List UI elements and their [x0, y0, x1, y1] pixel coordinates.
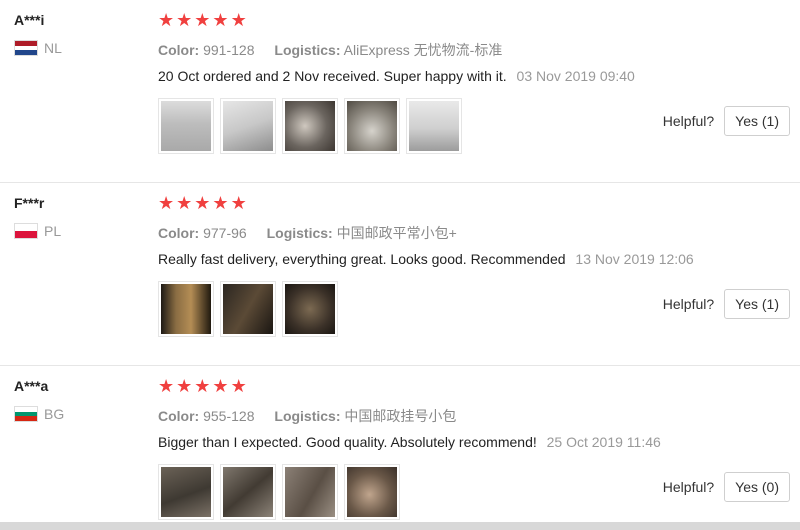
logistics-label: Logistics:: [266, 225, 333, 241]
color-label: Color:: [158, 408, 200, 424]
logistics-label: Logistics:: [274, 408, 341, 424]
logistics-label: Logistics:: [274, 42, 341, 58]
color-label: Color:: [158, 42, 200, 58]
color-value: 955-128: [203, 408, 255, 424]
country-code: PL: [44, 223, 62, 239]
review-item: F***r PL ★ ★ ★ ★ ★ Color: 977-96 Logisti…: [0, 182, 800, 366]
star-rating: ★ ★ ★ ★ ★: [158, 193, 247, 213]
country-code: BG: [44, 406, 65, 422]
star-icon: ★: [194, 10, 211, 30]
review-photo[interactable]: [220, 281, 276, 337]
star-icon: ★: [212, 193, 229, 213]
review-text: Bigger than I expected. Good quality. Ab…: [158, 434, 537, 450]
review-photo[interactable]: [220, 464, 276, 520]
review-text: 20 Oct ordered and 2 Nov received. Super…: [158, 68, 507, 84]
color-label: Color:: [158, 225, 200, 241]
helpful-label: Helpful?: [662, 113, 715, 129]
reviewer-name: A***i: [14, 12, 45, 28]
reviewer-name: F***r: [14, 195, 45, 211]
star-rating: ★ ★ ★ ★ ★: [158, 376, 247, 396]
star-icon: ★: [176, 10, 193, 30]
reviewer-country: PL: [14, 223, 61, 239]
review-date: 13 Nov 2019 12:06: [575, 251, 694, 267]
review-photo[interactable]: [344, 464, 400, 520]
star-icon: ★: [158, 193, 175, 213]
helpful-yes-button[interactable]: Yes (1): [724, 106, 790, 136]
order-info: Color: 991-128 Logistics: AliExpress 无忧物…: [158, 40, 518, 60]
bottom-scroll-edge: [0, 522, 800, 530]
star-icon: ★: [176, 376, 193, 396]
netherlands-flag-icon: [14, 40, 38, 56]
review-text-line: Bigger than I expected. Good quality. Ab…: [158, 434, 661, 450]
review-photo[interactable]: [158, 464, 214, 520]
review-photos: [158, 98, 462, 154]
review-photo[interactable]: [344, 98, 400, 154]
helpful-section: Helpful? Yes (0): [663, 472, 790, 502]
review-photos: [158, 464, 400, 520]
logistics-value: 中国邮政挂号小包: [344, 408, 457, 424]
review-photo[interactable]: [220, 98, 276, 154]
helpful-label: Helpful?: [662, 296, 715, 312]
review-photo[interactable]: [282, 464, 338, 520]
review-item: A***a BG ★ ★ ★ ★ ★ Color: 955-128 Logist…: [0, 365, 800, 526]
color-value: 991-128: [203, 42, 255, 58]
helpful-yes-button[interactable]: Yes (1): [724, 289, 790, 319]
review-date: 25 Oct 2019 11:46: [546, 434, 661, 450]
review-date: 03 Nov 2019 09:40: [516, 68, 635, 84]
color-value: 977-96: [203, 225, 247, 241]
review-photo[interactable]: [158, 98, 214, 154]
logistics-value: AliExpress 无忧物流-标准: [343, 42, 503, 58]
star-icon: ★: [230, 376, 247, 396]
star-icon: ★: [158, 376, 175, 396]
review-photo[interactable]: [406, 98, 462, 154]
star-icon: ★: [194, 376, 211, 396]
review-item: A***i NL ★ ★ ★ ★ ★ Color: 991-128 Logist…: [0, 0, 800, 183]
order-info: Color: 977-96 Logistics: 中国邮政平常小包+: [158, 223, 473, 243]
helpful-yes-button[interactable]: Yes (0): [724, 472, 790, 502]
order-info: Color: 955-128 Logistics: 中国邮政挂号小包: [158, 406, 472, 426]
helpful-section: Helpful? Yes (1): [663, 106, 790, 136]
helpful-section: Helpful? Yes (1): [663, 289, 790, 319]
reviewer-country: NL: [14, 40, 62, 56]
star-rating: ★ ★ ★ ★ ★: [158, 10, 247, 30]
bulgaria-flag-icon: [14, 406, 38, 422]
reviewer-name: A***a: [14, 378, 49, 394]
review-photo[interactable]: [282, 281, 338, 337]
star-icon: ★: [212, 376, 229, 396]
review-text-line: Really fast delivery, everything great. …: [158, 251, 694, 267]
review-photo[interactable]: [282, 98, 338, 154]
review-photos: [158, 281, 338, 337]
star-icon: ★: [176, 193, 193, 213]
star-icon: ★: [158, 10, 175, 30]
poland-flag-icon: [14, 223, 38, 239]
helpful-label: Helpful?: [662, 479, 715, 495]
star-icon: ★: [230, 193, 247, 213]
review-photo[interactable]: [158, 281, 214, 337]
reviewer-country: BG: [14, 406, 64, 422]
star-icon: ★: [194, 193, 211, 213]
star-icon: ★: [230, 10, 247, 30]
star-icon: ★: [212, 10, 229, 30]
review-text-line: 20 Oct ordered and 2 Nov received. Super…: [158, 68, 635, 84]
country-code: NL: [44, 40, 62, 56]
logistics-value: 中国邮政平常小包+: [336, 225, 457, 241]
review-text: Really fast delivery, everything great. …: [158, 251, 566, 267]
